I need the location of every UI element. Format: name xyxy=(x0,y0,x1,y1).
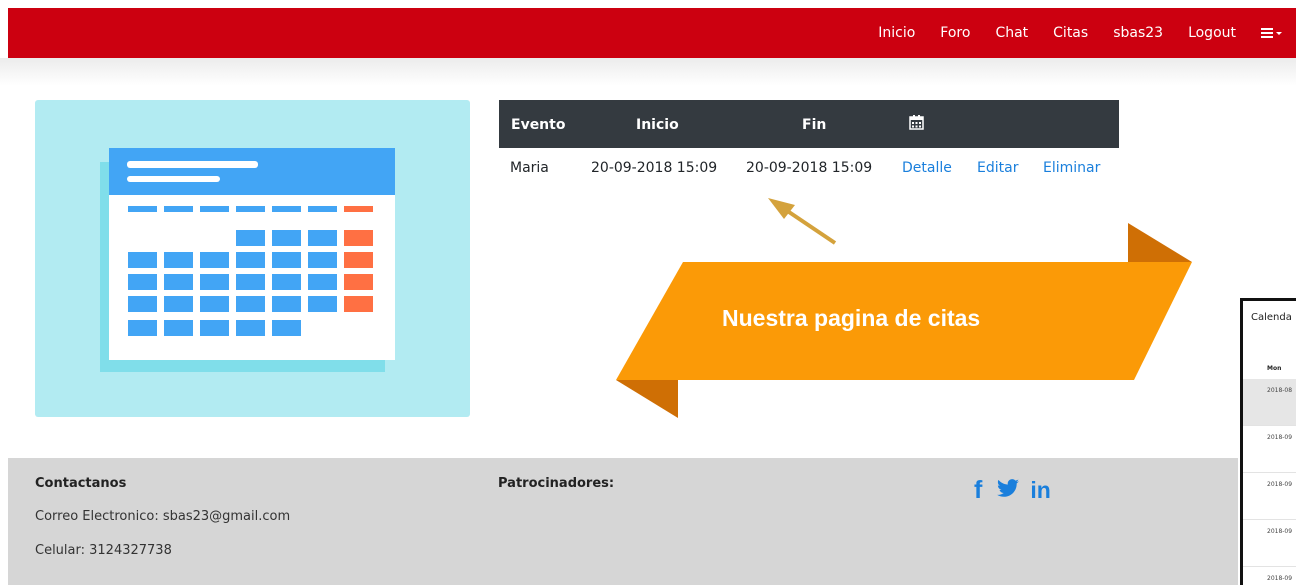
twitter-icon[interactable] xyxy=(996,478,1020,503)
side-panel-col-label: Mon xyxy=(1267,365,1282,372)
side-panel-row: 2018-09 xyxy=(1243,520,1296,567)
side-panel-row: 2018-09 xyxy=(1243,426,1296,473)
sponsors-title: Patrocinadores: xyxy=(498,476,615,491)
contact-title: Contactanos xyxy=(35,476,127,491)
facebook-icon[interactable]: f xyxy=(974,476,982,505)
annotation-arrow-icon xyxy=(768,198,837,245)
side-panel-title: Calenda xyxy=(1251,312,1292,323)
linkedin-icon[interactable]: in xyxy=(1030,477,1050,504)
email-line: Correo Electronico: sbas23@gmail.com xyxy=(35,509,291,524)
side-panel-row: 2018-09 xyxy=(1243,473,1296,520)
callout-text: Nuestra pagina de citas xyxy=(722,305,981,331)
social-links: f in xyxy=(974,476,1051,505)
calendar-side-panel: Calenda Mon 2018-08 2018-09 2018-09 2018… xyxy=(1240,298,1296,585)
phone-line: Celular: 3124327738 xyxy=(35,543,172,558)
side-panel-row: 2018-08 xyxy=(1243,379,1296,426)
side-panel-row: 2018-09 xyxy=(1243,567,1296,585)
footer: Contactanos Correo Electronico: sbas23@g… xyxy=(8,458,1238,585)
